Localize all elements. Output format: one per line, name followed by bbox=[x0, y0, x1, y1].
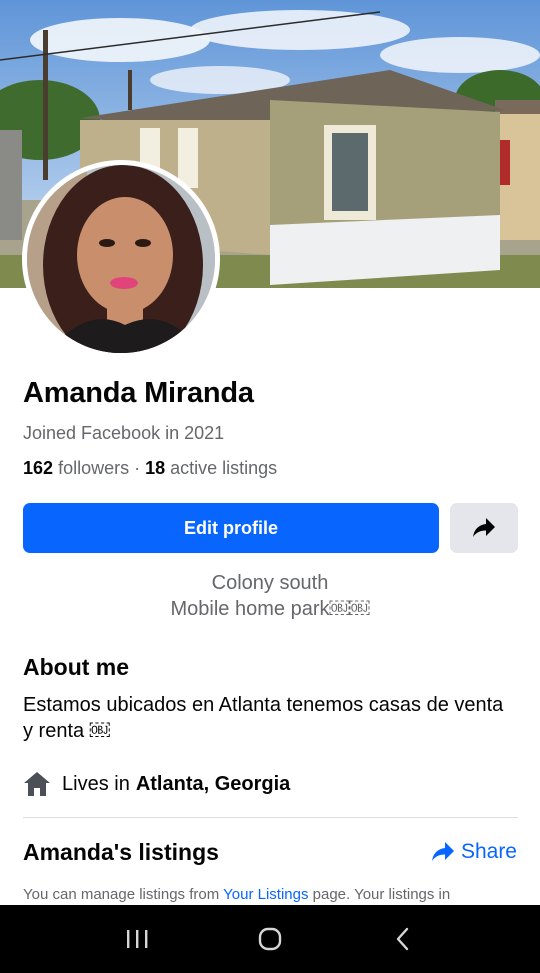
back-button[interactable] bbox=[383, 919, 423, 959]
house-icon bbox=[24, 772, 50, 796]
listings-note-prefix: You can manage listings from bbox=[23, 886, 224, 903]
about-heading: About me bbox=[23, 654, 130, 680]
bio-line-1: Colony south bbox=[211, 572, 329, 594]
edit-profile-button[interactable]: Edit profile bbox=[23, 503, 439, 553]
listings-label[interactable]: active listings bbox=[170, 458, 277, 478]
listings-note-suffix: page. Your listings in bbox=[308, 886, 451, 903]
lives-in-row: Lives in Atlanta, Georgia bbox=[23, 770, 290, 798]
listings-share-button[interactable]: Share bbox=[431, 840, 517, 864]
share-profile-button[interactable] bbox=[450, 503, 518, 553]
your-listings-link[interactable]: Your Listings bbox=[223, 886, 308, 903]
listings-note: You can manage listings from Your Listin… bbox=[23, 886, 523, 903]
lives-location[interactable]: Atlanta, Georgia bbox=[136, 773, 290, 796]
home-circle-icon bbox=[258, 927, 282, 951]
share-arrow-icon bbox=[473, 518, 495, 537]
listings-share-label: Share bbox=[460, 840, 517, 863]
share-arrow-icon bbox=[431, 842, 454, 861]
recent-apps-icon bbox=[126, 930, 148, 948]
profile-avatar[interactable] bbox=[22, 160, 220, 358]
recent-apps-button[interactable] bbox=[117, 919, 157, 959]
profile-bio: Colony south Mobile home park￼￼ bbox=[0, 570, 540, 622]
listings-count[interactable]: 18 bbox=[145, 458, 165, 478]
followers-count[interactable]: 162 bbox=[23, 458, 53, 478]
back-chevron-icon bbox=[397, 927, 409, 951]
lives-prefix: Lives in bbox=[62, 772, 130, 795]
profile-name: Amanda Miranda bbox=[23, 377, 254, 409]
joined-date: Joined Facebook in 2021 bbox=[23, 423, 225, 443]
stats-separator: · bbox=[129, 458, 146, 478]
section-divider bbox=[23, 817, 518, 818]
about-text: Estamos ubicados en Atlanta tenemos casa… bbox=[23, 694, 504, 742]
avatar-image bbox=[27, 165, 215, 353]
profile-stats: 162 followers · 18 active listings bbox=[23, 458, 277, 479]
followers-label[interactable]: followers bbox=[58, 458, 129, 478]
home-button[interactable] bbox=[250, 919, 290, 959]
bio-line-2: Mobile home park￼￼ bbox=[170, 598, 370, 620]
system-nav-bar bbox=[0, 905, 540, 973]
listings-heading: Amanda's listings bbox=[23, 839, 219, 865]
